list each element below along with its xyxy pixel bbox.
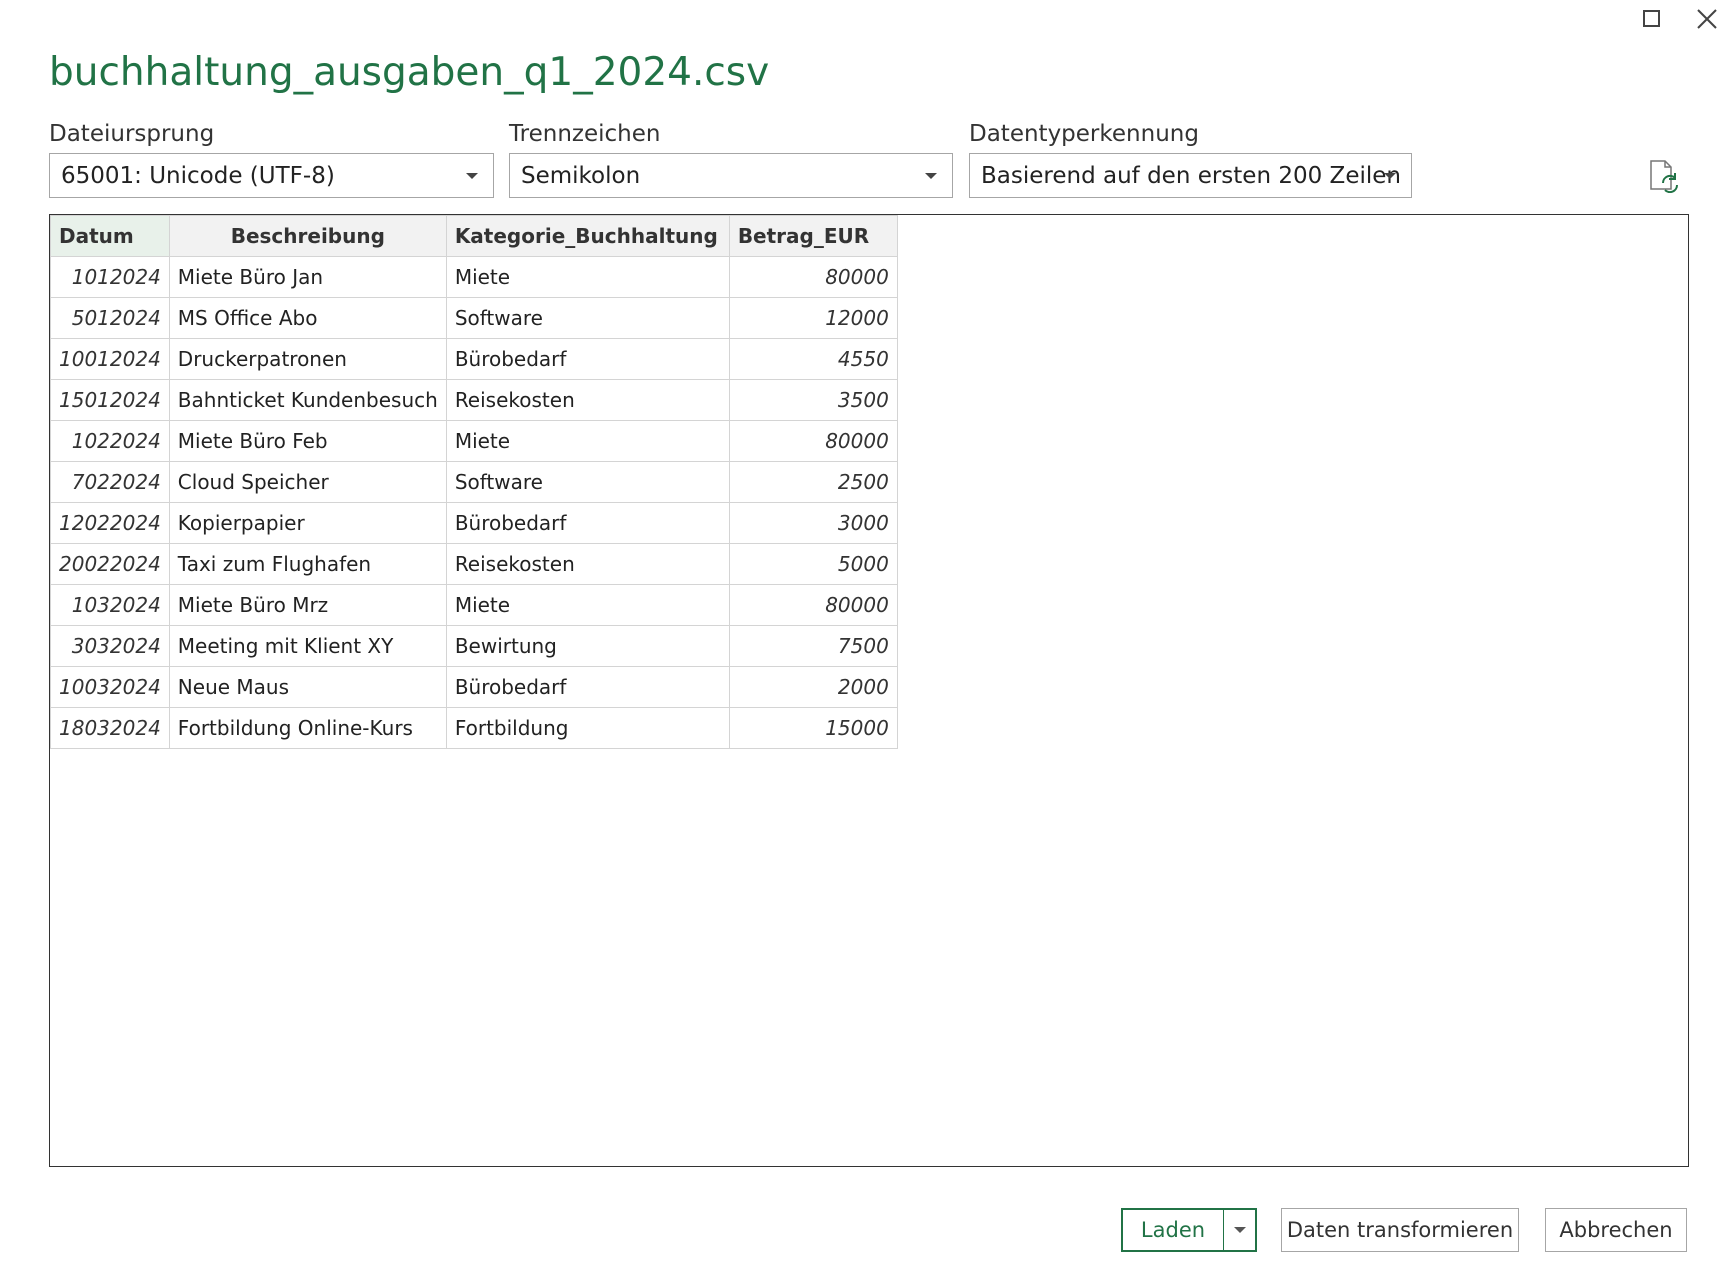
close-icon bbox=[1697, 9, 1717, 29]
cell-datum: 10032024 bbox=[50, 666, 170, 708]
cell-datum: 7022024 bbox=[50, 461, 170, 503]
table-row: 1032024 Miete Büro Mrz Miete 80000 bbox=[50, 584, 898, 626]
load-options-dropdown[interactable] bbox=[1224, 1210, 1255, 1250]
cell-datum: 5012024 bbox=[50, 297, 170, 339]
preview-table: Datum Beschreibung Kategorie_Buchhaltung… bbox=[50, 215, 898, 749]
delimiter-value: Semikolon bbox=[521, 163, 641, 189]
type-detection-value: Basierend auf den ersten 200 Zeilen bbox=[981, 163, 1401, 189]
table-row: 12022024 Kopierpapier Bürobedarf 3000 bbox=[50, 502, 898, 544]
load-button[interactable]: Laden bbox=[1123, 1210, 1224, 1250]
cell-beschreibung: Meeting mit Klient XY bbox=[168, 625, 447, 667]
chevron-down-icon bbox=[925, 173, 937, 179]
cell-datum: 18032024 bbox=[50, 707, 170, 749]
cell-betrag: 80000 bbox=[728, 420, 898, 462]
file-origin-value: 65001: Unicode (UTF-8) bbox=[61, 163, 335, 189]
cell-datum: 3032024 bbox=[50, 625, 170, 667]
cell-beschreibung: Fortbildung Online-Kurs bbox=[168, 707, 447, 749]
cell-betrag: 5000 bbox=[728, 543, 898, 585]
delimiter-label: Trennzeichen bbox=[509, 121, 661, 147]
cell-beschreibung: Cloud Speicher bbox=[168, 461, 447, 503]
table-row: 20022024 Taxi zum Flughafen Reisekosten … bbox=[50, 543, 898, 585]
cell-betrag: 3000 bbox=[728, 502, 898, 544]
chevron-down-icon bbox=[466, 173, 478, 179]
cell-beschreibung: Miete Büro Jan bbox=[168, 256, 447, 298]
cell-beschreibung: Neue Maus bbox=[168, 666, 447, 708]
cell-datum: 20022024 bbox=[50, 543, 170, 585]
chevron-down-icon bbox=[1234, 1227, 1246, 1233]
cell-kategorie: Miete bbox=[445, 256, 730, 298]
column-header-betrag[interactable]: Betrag_EUR bbox=[728, 215, 898, 257]
file-origin-select[interactable]: 65001: Unicode (UTF-8) bbox=[49, 153, 494, 198]
cell-kategorie: Reisekosten bbox=[445, 543, 730, 585]
cell-beschreibung: Miete Büro Mrz bbox=[168, 584, 447, 626]
cell-datum: 15012024 bbox=[50, 379, 170, 421]
cell-datum: 1012024 bbox=[50, 256, 170, 298]
cell-betrag: 3500 bbox=[728, 379, 898, 421]
cell-datum: 1032024 bbox=[50, 584, 170, 626]
cell-datum: 10012024 bbox=[50, 338, 170, 380]
cell-beschreibung: Bahnticket Kundenbesuch bbox=[168, 379, 447, 421]
type-detection-label: Datentyperkennung bbox=[969, 121, 1199, 147]
cell-betrag: 7500 bbox=[728, 625, 898, 667]
type-detection-select[interactable]: Basierend auf den ersten 200 Zeilen bbox=[969, 153, 1412, 198]
column-header-datum[interactable]: Datum bbox=[50, 215, 170, 257]
load-split-button: Laden bbox=[1121, 1208, 1257, 1252]
column-header-kategorie[interactable]: Kategorie_Buchhaltung bbox=[445, 215, 730, 257]
table-row: 1012024 Miete Büro Jan Miete 80000 bbox=[50, 256, 898, 298]
table-header-row: Datum Beschreibung Kategorie_Buchhaltung… bbox=[50, 215, 898, 257]
cell-kategorie: Bürobedarf bbox=[445, 338, 730, 380]
cell-betrag: 15000 bbox=[728, 707, 898, 749]
dialog-title: buchhaltung_ausgaben_q1_2024.csv bbox=[49, 50, 770, 95]
cell-kategorie: Bürobedarf bbox=[445, 666, 730, 708]
cell-beschreibung: Kopierpapier bbox=[168, 502, 447, 544]
refresh-preview-button[interactable] bbox=[1648, 159, 1680, 194]
cell-kategorie: Reisekosten bbox=[445, 379, 730, 421]
table-row: 10012024 Druckerpatronen Bürobedarf 4550 bbox=[50, 338, 898, 380]
table-row: 18032024 Fortbildung Online-Kurs Fortbil… bbox=[50, 707, 898, 749]
column-header-beschreibung[interactable]: Beschreibung bbox=[168, 215, 447, 257]
cell-kategorie: Software bbox=[445, 461, 730, 503]
cell-beschreibung: MS Office Abo bbox=[168, 297, 447, 339]
cell-kategorie: Miete bbox=[445, 420, 730, 462]
table-row: 15012024 Bahnticket Kundenbesuch Reiseko… bbox=[50, 379, 898, 421]
cell-kategorie: Miete bbox=[445, 584, 730, 626]
cell-betrag: 12000 bbox=[728, 297, 898, 339]
cell-kategorie: Bewirtung bbox=[445, 625, 730, 667]
delimiter-select[interactable]: Semikolon bbox=[509, 153, 953, 198]
cell-kategorie: Fortbildung bbox=[445, 707, 730, 749]
table-row: 5012024 MS Office Abo Software 12000 bbox=[50, 297, 898, 339]
cell-betrag: 80000 bbox=[728, 256, 898, 298]
maximize-button[interactable] bbox=[1639, 6, 1665, 32]
cell-betrag: 4550 bbox=[728, 338, 898, 380]
cell-kategorie: Bürobedarf bbox=[445, 502, 730, 544]
refresh-file-icon bbox=[1650, 160, 1679, 194]
file-origin-label: Dateiursprung bbox=[49, 121, 215, 147]
table-row: 3032024 Meeting mit Klient XY Bewirtung … bbox=[50, 625, 898, 667]
maximize-icon bbox=[1643, 10, 1660, 27]
cell-betrag: 2500 bbox=[728, 461, 898, 503]
cell-beschreibung: Druckerpatronen bbox=[168, 338, 447, 380]
cell-betrag: 80000 bbox=[728, 584, 898, 626]
cell-datum: 12022024 bbox=[50, 502, 170, 544]
table-row: 1022024 Miete Büro Feb Miete 80000 bbox=[50, 420, 898, 462]
transform-data-button[interactable]: Daten transformieren bbox=[1281, 1208, 1519, 1252]
cell-kategorie: Software bbox=[445, 297, 730, 339]
cell-datum: 1022024 bbox=[50, 420, 170, 462]
cancel-button[interactable]: Abbrechen bbox=[1545, 1208, 1687, 1252]
table-row: 7022024 Cloud Speicher Software 2500 bbox=[50, 461, 898, 503]
cell-betrag: 2000 bbox=[728, 666, 898, 708]
cell-beschreibung: Taxi zum Flughafen bbox=[168, 543, 447, 585]
chevron-down-icon bbox=[1384, 173, 1396, 179]
data-preview[interactable]: Datum Beschreibung Kategorie_Buchhaltung… bbox=[49, 214, 1689, 1167]
cell-beschreibung: Miete Büro Feb bbox=[168, 420, 447, 462]
table-row: 10032024 Neue Maus Bürobedarf 2000 bbox=[50, 666, 898, 708]
close-button[interactable] bbox=[1694, 6, 1718, 32]
